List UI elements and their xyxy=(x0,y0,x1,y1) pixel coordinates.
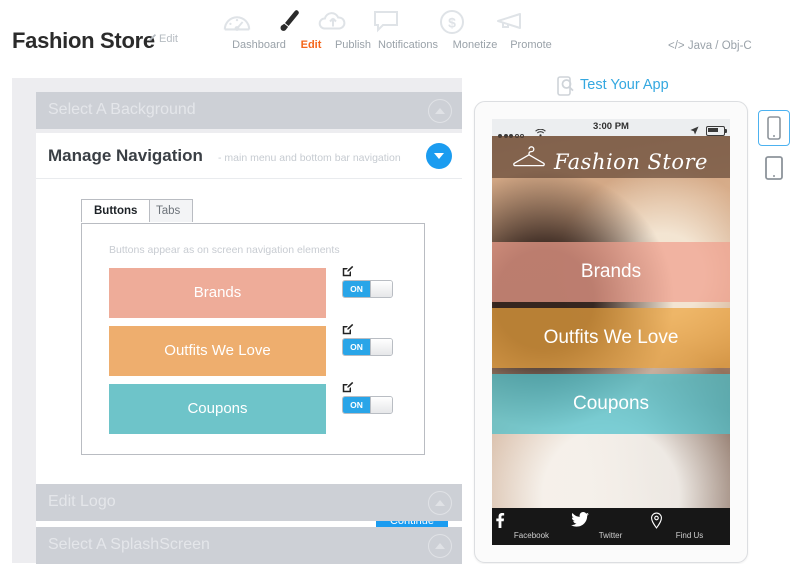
buttons-config-frame: Buttons appear as on screen navigation e… xyxy=(81,223,425,455)
phone-icon xyxy=(759,116,789,140)
test-your-app-link[interactable]: Test Your App xyxy=(580,77,669,93)
preview-button-brands[interactable]: Brands xyxy=(492,242,730,302)
accordion-subtitle-navigation: - main menu and bottom bar navigation xyxy=(218,152,401,164)
device-preview-frame: 3:00 PM Fashion Store Brands Outfits We … xyxy=(474,101,748,563)
accordion-edit-logo[interactable]: Edit Logo xyxy=(36,484,462,521)
editor-panel-column: Select A Background Manage Navigation - … xyxy=(12,78,462,564)
ios-status-bar: 3:00 PM xyxy=(492,119,730,138)
preview-button-coupons[interactable]: Coupons xyxy=(492,374,730,434)
title-edit-link[interactable]: Edit xyxy=(147,33,178,45)
clothes-hanger-icon xyxy=(512,146,546,168)
chevron-up-icon[interactable] xyxy=(428,491,452,515)
megaphone-icon xyxy=(494,8,568,38)
title-edit-label: Edit xyxy=(159,33,178,45)
accordion-header-navigation[interactable]: Manage Navigation - main menu and bottom… xyxy=(36,133,462,179)
toggle-knob xyxy=(370,339,392,355)
tab-strip: Buttons Tabs xyxy=(81,199,462,223)
toggle-coupons[interactable]: ON xyxy=(342,396,393,414)
tab-bar-item-facebook[interactable]: Facebook xyxy=(492,512,571,540)
edit-square-icon[interactable] xyxy=(342,323,402,335)
nav-button-row: Outfits We Love xyxy=(109,326,326,376)
page-title: Fashion Store xyxy=(12,28,155,53)
device-option-tablet[interactable] xyxy=(758,150,790,186)
buttons-hint-text: Buttons appear as on screen navigation e… xyxy=(109,244,340,256)
device-search-icon[interactable] xyxy=(557,76,575,96)
tab-bar-item-twitter[interactable]: Twitter xyxy=(571,512,650,540)
toggle-brands[interactable]: ON xyxy=(342,280,393,298)
preview-tab-bar: Facebook Twitter Find Us xyxy=(492,508,730,545)
nav-button-row: Brands xyxy=(109,268,326,318)
tablet-icon xyxy=(759,156,789,180)
tab-bar-label: Twitter xyxy=(598,531,623,540)
nav-button-outfits-we-love[interactable]: Outfits We Love xyxy=(109,326,326,376)
nav-button-brands[interactable]: Brands xyxy=(109,268,326,318)
tab-bar-item-find-us[interactable]: Find Us xyxy=(650,512,729,540)
toggle-outfits-we-love[interactable]: ON xyxy=(342,338,393,356)
accordion-title-splashscreen: Select A SplashScreen xyxy=(48,536,210,553)
location-arrow-icon xyxy=(689,126,699,135)
tab-tabs[interactable]: Tabs xyxy=(143,199,194,222)
preview-button-label: Outfits We Love xyxy=(543,327,679,348)
battery-icon xyxy=(706,125,727,136)
accordion-title-background: Select A Background xyxy=(48,101,196,118)
chevron-down-icon[interactable] xyxy=(426,143,452,169)
nav-button-coupons[interactable]: Coupons xyxy=(109,384,326,434)
accordion-manage-navigation: Manage Navigation - main menu and bottom… xyxy=(36,133,462,543)
twitter-icon xyxy=(571,512,650,529)
nav-label-promote: Promote xyxy=(510,39,552,51)
code-language-flag: </> Java / Obj-C xyxy=(668,40,752,52)
accordion-title-logo: Edit Logo xyxy=(48,493,116,510)
toggle-knob xyxy=(370,397,392,413)
toggle-state-label: ON xyxy=(343,281,370,297)
pencil-icon xyxy=(147,33,157,43)
nav-button-controls: ON xyxy=(342,381,402,414)
svg-text:$: $ xyxy=(448,15,456,31)
chat-bubble-icon xyxy=(371,8,445,38)
tab-bar-label: Find Us xyxy=(675,531,704,540)
preview-button-label: Brands xyxy=(580,261,642,282)
toggle-state-label: ON xyxy=(343,339,370,355)
preview-button-label: Coupons xyxy=(572,393,650,414)
tab-buttons[interactable]: Buttons xyxy=(81,199,151,222)
nav-item-notifications[interactable]: Notifications xyxy=(371,8,445,51)
app-bar-title: Fashion Store xyxy=(554,150,708,174)
chevron-up-icon[interactable] xyxy=(428,534,452,558)
edit-square-icon[interactable] xyxy=(342,381,402,393)
toggle-knob xyxy=(370,281,392,297)
device-option-phone[interactable] xyxy=(758,110,790,146)
toggle-state-label: ON xyxy=(343,397,370,413)
device-screen: 3:00 PM Fashion Store Brands Outfits We … xyxy=(492,119,730,545)
top-bar: Fashion Store Edit Dashboard Edit Publis… xyxy=(0,0,797,66)
preview-button-outfits-we-love[interactable]: Outfits We Love xyxy=(492,308,730,368)
accordion-title-navigation: Manage Navigation xyxy=(48,146,203,165)
nav-item-promote[interactable]: Promote xyxy=(494,8,568,51)
facebook-icon xyxy=(492,512,571,529)
map-pin-icon xyxy=(650,512,729,529)
nav-button-row: Coupons xyxy=(109,384,326,434)
app-bar: Fashion Store xyxy=(492,136,730,178)
tab-bar-label: Facebook xyxy=(513,531,550,540)
chevron-up-icon[interactable] xyxy=(428,99,452,123)
nav-button-controls: ON xyxy=(342,323,402,356)
accordion-select-splashscreen[interactable]: Select A SplashScreen xyxy=(36,527,462,564)
accordion-select-background[interactable]: Select A Background xyxy=(36,92,462,129)
app-root: Fashion Store Edit Dashboard Edit Publis… xyxy=(0,0,797,564)
nav-button-controls: ON xyxy=(342,265,402,298)
edit-square-icon[interactable] xyxy=(342,265,402,277)
nav-label-notifications: Notifications xyxy=(378,39,438,51)
